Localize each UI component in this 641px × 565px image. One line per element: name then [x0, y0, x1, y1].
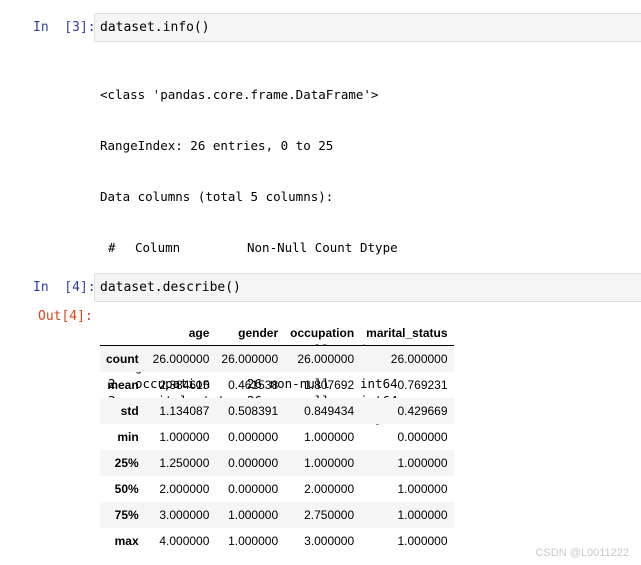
header-dtype: Dtype: [360, 240, 398, 255]
table-cell: 0.000000: [228, 430, 279, 444]
row-label: count: [106, 352, 139, 366]
header-num: #: [108, 240, 116, 255]
class-line: <class 'pandas.core.frame.DataFrame'>: [100, 87, 379, 102]
table-cell: 3.000000: [304, 534, 355, 548]
info-header-row: # Column Non-Null Count Dtype: [100, 239, 398, 256]
table-header-row: age gender occupation marital_status: [100, 320, 454, 346]
table-cell: 2.000000: [304, 482, 355, 496]
data-columns-line: Data columns (total 5 columns):: [100, 189, 334, 204]
output-prompt-4: Out[4]:: [38, 309, 93, 324]
table-row: 75% 3.000000 1.000000 2.750000 1.000000: [100, 502, 454, 528]
table-row: 25% 1.250000 0.000000 1.000000 1.000000: [100, 450, 454, 476]
code-cell-3-input[interactable]: dataset.info(): [94, 13, 641, 42]
table-cell: 1.250000: [159, 456, 210, 470]
header-nonnull: Non-Null Count: [247, 240, 353, 255]
table-body: count 26.000000 26.000000 26.000000 26.00000…: [100, 345, 454, 555]
row-label: max: [114, 534, 139, 548]
column-header: marital_status: [360, 320, 454, 346]
table-cell: 0.461538: [228, 378, 279, 392]
table-row: min 1.000000 0.000000 1.000000 0.000000: [100, 424, 454, 450]
table-cell: 1.000000: [228, 508, 279, 522]
table-cell: 1.000000: [159, 430, 210, 444]
table-cell: 1.000000: [397, 508, 448, 522]
table-cell: 4.000000: [159, 534, 210, 548]
table-row: count 26.000000 26.000000 26.000000 26.00000…: [100, 345, 454, 372]
row-label: min: [117, 430, 139, 444]
table-cell: 26.000000: [297, 352, 355, 366]
table-cell: 1.000000: [397, 456, 448, 470]
table-row: 50% 2.000000 0.000000 2.000000 1.000000: [100, 476, 454, 502]
table-row: mean 2.384615 0.461538 1.807692 0.769231: [100, 372, 454, 398]
table-cell: 1.000000: [397, 534, 448, 548]
table-cell: 26.000000: [152, 352, 210, 366]
column-header: age: [146, 320, 216, 346]
code-cell-4-input[interactable]: dataset.describe(): [94, 273, 641, 302]
table-cell: 1.000000: [304, 430, 355, 444]
describe-table: age gender occupation marital_status count 2…: [100, 320, 454, 554]
column-header: occupation: [284, 320, 361, 346]
header-column: Column: [135, 240, 181, 255]
table-cell: 2.384615: [159, 378, 210, 392]
row-label: 50%: [114, 482, 139, 496]
table-cell: 0.000000: [228, 482, 279, 496]
table-cell: 0.849434: [304, 404, 355, 418]
table-cell: 26.000000: [221, 352, 279, 366]
table-cell: 0.000000: [228, 456, 279, 470]
table-cell: 1.134087: [159, 404, 210, 418]
table-cell: 0.508391: [228, 404, 279, 418]
row-label: 25%: [114, 456, 139, 470]
table-row: max 4.000000 1.000000 3.000000 1.000000: [100, 528, 454, 554]
table-cell: 0.429669: [397, 404, 448, 418]
table-cell: 0.769231: [397, 378, 448, 392]
table-cell: 26.000000: [390, 352, 448, 366]
table-cell: 0.000000: [397, 430, 448, 444]
table-cell: 3.000000: [159, 508, 210, 522]
table-cell: 1.807692: [304, 378, 355, 392]
table-cell: 2.000000: [159, 482, 210, 496]
row-label: mean: [107, 378, 139, 392]
row-label: 75%: [114, 508, 139, 522]
range-index-line: RangeIndex: 26 entries, 0 to 25: [100, 138, 334, 153]
table-cell: 1.000000: [228, 534, 279, 548]
table-cell: 1.000000: [397, 482, 448, 496]
watermark: CSDN @L0011222: [535, 547, 629, 559]
column-header: gender: [215, 320, 285, 346]
table-row: std 1.134087 0.508391 0.849434 0.429669: [100, 398, 454, 424]
row-label: std: [120, 404, 139, 418]
table-cell: 1.000000: [304, 456, 355, 470]
input-prompt-4: In [4]:: [33, 280, 96, 295]
table-cell: 2.750000: [304, 508, 355, 522]
index-header: [100, 320, 147, 346]
input-prompt-3: In [3]:: [33, 20, 96, 35]
